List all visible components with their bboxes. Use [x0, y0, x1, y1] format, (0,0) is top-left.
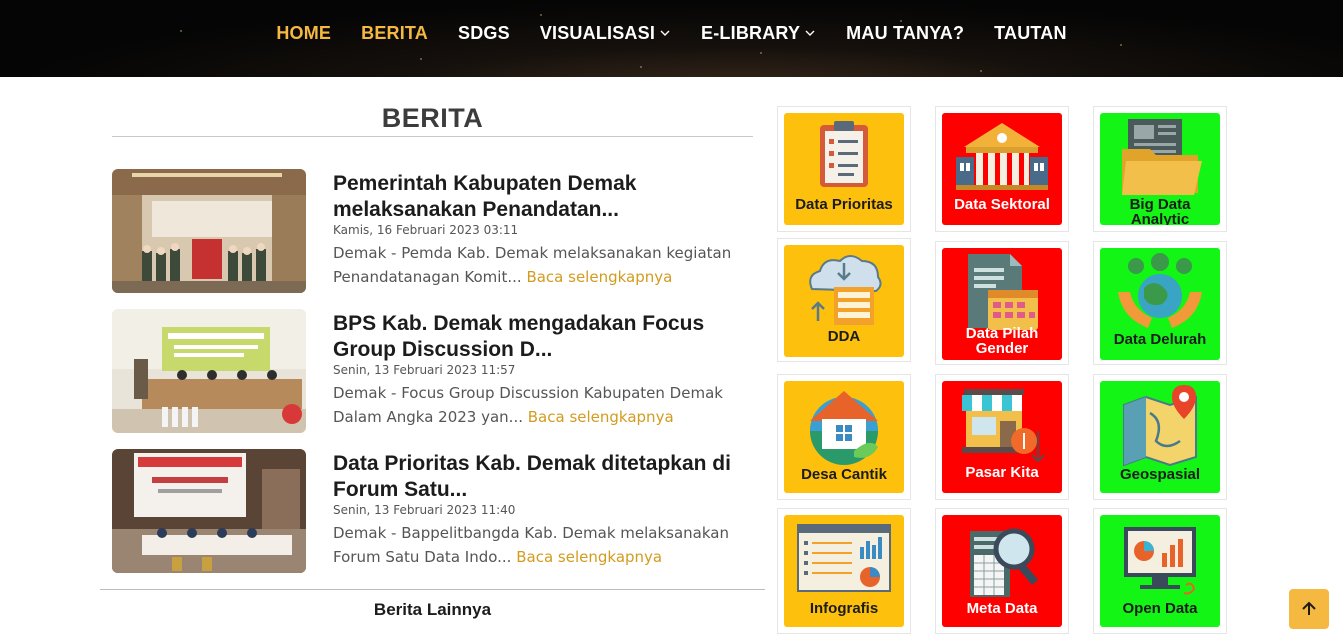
news-thumbnail[interactable]: [112, 449, 306, 573]
nav-home-label: HOME: [276, 22, 332, 43]
tile-frame: Data Prioritas: [777, 106, 911, 232]
tile-data-sektoral[interactable]: Data Sektoral: [942, 113, 1062, 225]
tile-frame: Data Sektoral: [935, 106, 1069, 232]
nav-e-library-label: E-LIBRARY: [701, 22, 801, 43]
tile-infografis[interactable]: Infografis: [784, 515, 904, 627]
news-thumbnail[interactable]: [112, 309, 306, 433]
nav-sdgs-label: SDGS: [458, 22, 510, 43]
news-divider: [100, 589, 765, 590]
tile-meta-data[interactable]: Meta Data: [942, 515, 1062, 627]
tile-dda[interactable]: DDA: [784, 245, 904, 357]
nav-visualisasi[interactable]: VISUALISASI: [540, 23, 671, 44]
news-excerpt: Demak - Bappelitbangda Kab. Demak melaks…: [333, 521, 757, 569]
tile-frame: Geospasial: [1093, 374, 1227, 500]
tile-frame: Data Delurah: [1093, 241, 1227, 365]
tile-big-data-analytic[interactable]: Big Data Analytic: [1100, 113, 1220, 225]
more-news-link[interactable]: Berita Lainnya: [100, 600, 765, 620]
tile-label: Meta Data: [966, 600, 1038, 617]
tile-label: DDA: [827, 328, 861, 345]
nav-mau-tanya-label: MAU TANYA?: [846, 22, 965, 43]
tile-open-data[interactable]: Open Data: [1100, 515, 1220, 627]
nav-home[interactable]: HOME: [276, 23, 331, 44]
tile-label: Open Data: [1122, 600, 1198, 617]
tile-frame: Big Data Analytic: [1093, 106, 1227, 232]
news-headline[interactable]: Pemerintah Kabupaten Demak melaksanakan …: [333, 171, 757, 223]
arrow-up-icon: [1302, 601, 1316, 615]
tile-frame: Meta Data: [935, 508, 1069, 634]
chevron-down-icon: [660, 30, 670, 36]
back-to-top-button[interactable]: [1289, 589, 1329, 629]
tile-data-pilah-gender[interactable]: Data Pilah Gender: [942, 248, 1062, 360]
tile-label: Data Sektoral: [954, 196, 1050, 213]
tile-frame: Data Pilah Gender: [935, 241, 1069, 365]
tile-label: Pasar Kita: [965, 464, 1039, 481]
top-navbar: HOME BERITA SDGS VISUALISASI E-LIBRARY M…: [0, 0, 1343, 77]
nav-berita-label: BERITA: [361, 22, 428, 43]
news-date: Senin, 13 Februari 2023 11:57: [333, 363, 516, 377]
title-divider: [112, 136, 753, 137]
news-date: Senin, 13 Februari 2023 11:40: [333, 503, 516, 517]
nav-berita[interactable]: BERITA: [361, 23, 428, 44]
tile-data-delurah[interactable]: Data Delurah: [1100, 248, 1220, 360]
tile-frame: Open Data: [1093, 508, 1227, 634]
chevron-down-icon: [805, 30, 815, 36]
news-item: Data Prioritas Kab. Demak ditetapkan di …: [112, 449, 757, 573]
nav-visualisasi-label: VISUALISASI: [539, 22, 656, 43]
read-more-link[interactable]: Baca selengkapnya: [516, 548, 662, 566]
news-excerpt: Demak - Focus Group Discussion Kabupaten…: [333, 381, 757, 429]
tile-label: Big Data Analytic: [1129, 196, 1191, 225]
nav-sdgs[interactable]: SDGS: [458, 23, 510, 44]
tile-label: Data Prioritas: [795, 196, 893, 213]
tile-frame: Infografis: [777, 508, 911, 634]
tile-label: Desa Cantik: [801, 466, 887, 483]
news-headline[interactable]: BPS Kab. Demak mengadakan Focus Group Di…: [333, 311, 757, 363]
tile-label: Data Delurah: [1113, 331, 1207, 348]
section-title: BERITA: [381, 103, 484, 133]
tile-label: Infografis: [809, 600, 879, 617]
nav-tautan[interactable]: TAUTAN: [994, 23, 1067, 44]
tile-frame: Pasar Kita: [935, 374, 1069, 500]
tile-desa-cantik[interactable]: Desa Cantik: [784, 381, 904, 493]
news-headline[interactable]: Data Prioritas Kab. Demak ditetapkan di …: [333, 451, 757, 503]
read-more-link[interactable]: Baca selengkapnya: [528, 408, 674, 426]
tile-label: Data Pilah Gender: [965, 325, 1039, 357]
nav-e-library[interactable]: E-LIBRARY: [701, 23, 816, 44]
news-item: BPS Kab. Demak mengadakan Focus Group Di…: [112, 309, 757, 433]
tile-pasar-kita[interactable]: Pasar Kita: [942, 381, 1062, 493]
tile-frame: DDA: [777, 238, 911, 362]
read-more-link[interactable]: Baca selengkapnya: [526, 268, 672, 286]
news-date: Kamis, 16 Februari 2023 03:11: [333, 223, 519, 237]
tile-label: Geospasial: [1119, 466, 1201, 483]
news-thumbnail[interactable]: [112, 169, 306, 293]
nav-menu: HOME BERITA SDGS VISUALISASI E-LIBRARY M…: [0, 0, 1343, 66]
tile-geospasial[interactable]: Geospasial: [1100, 381, 1220, 493]
tile-frame: Desa Cantik: [777, 374, 911, 500]
news-item: Pemerintah Kabupaten Demak melaksanakan …: [112, 169, 757, 293]
nav-mau-tanya[interactable]: MAU TANYA?: [846, 23, 964, 44]
nav-tautan-label: TAUTAN: [994, 22, 1067, 43]
news-excerpt: Demak - Pemda Kab. Demak melaksanakan ke…: [333, 241, 757, 289]
tile-data-prioritas[interactable]: Data Prioritas: [784, 113, 904, 225]
